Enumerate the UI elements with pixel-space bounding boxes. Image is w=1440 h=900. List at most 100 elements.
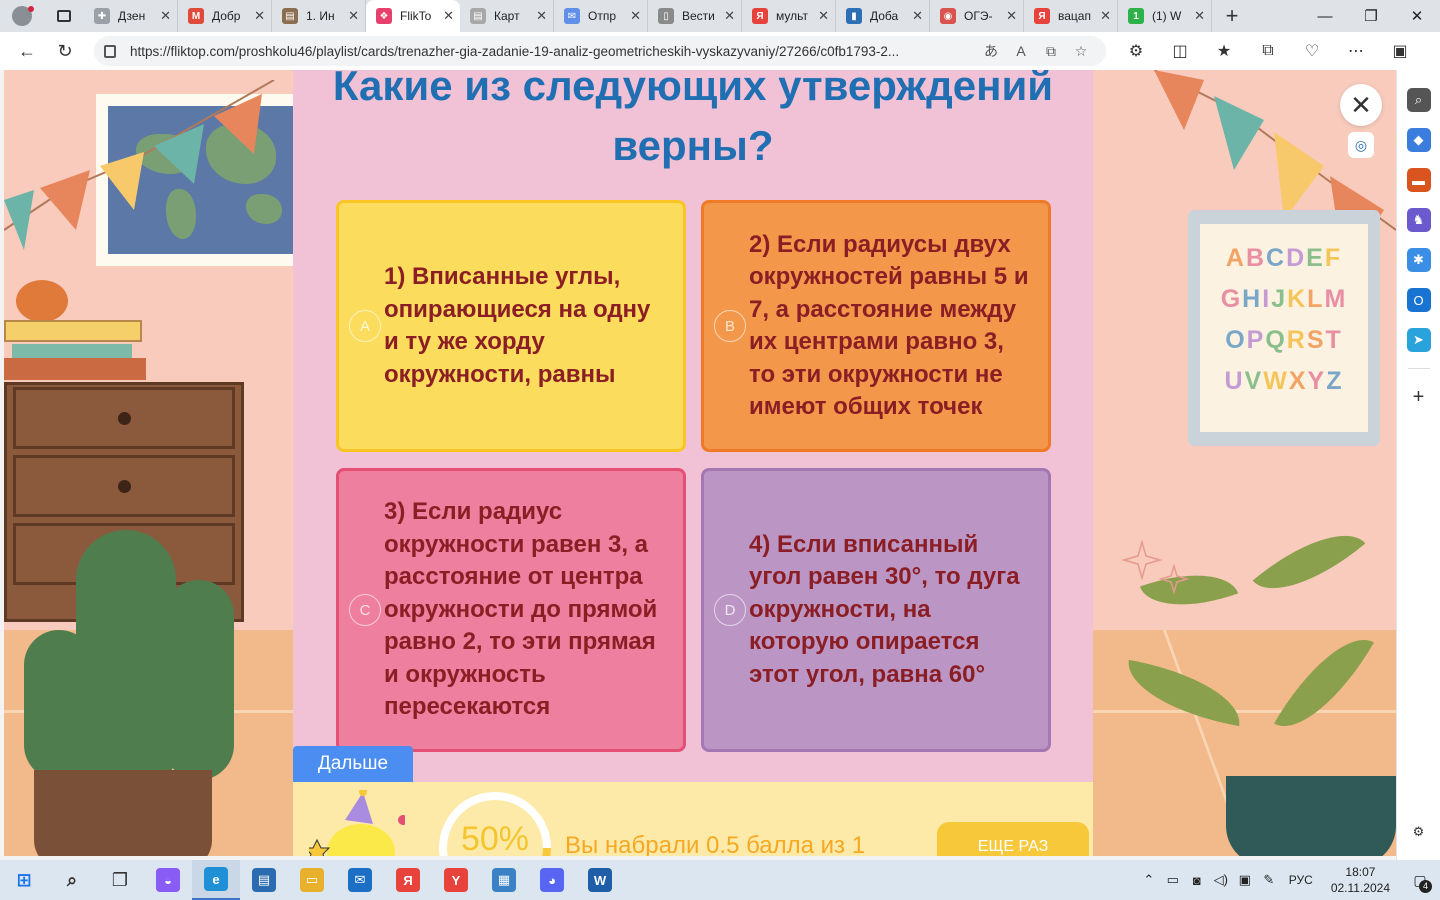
copilot-icon[interactable]: ✱	[1406, 248, 1431, 272]
taskbar-button[interactable]: ✉	[336, 860, 384, 900]
volume-icon[interactable]: ◁)	[1209, 872, 1233, 888]
window-controls: — ❐ ✕	[1302, 0, 1440, 32]
chevron-up-icon[interactable]: ⌃	[1137, 872, 1161, 888]
close-tab-icon[interactable]: ✕	[254, 8, 265, 24]
favorites-icon[interactable]: ★	[1202, 41, 1246, 61]
restore-icon[interactable]: ❐	[1348, 0, 1394, 32]
url-text[interactable]: https://fliktop.com/proshkolu46/playlist…	[130, 44, 976, 59]
close-tab-icon[interactable]: ✕	[912, 8, 923, 24]
store-icon: ▦	[492, 868, 516, 892]
network-icon[interactable]: ▭	[1161, 872, 1185, 888]
notification-count: 4	[1419, 879, 1432, 893]
telegram-icon[interactable]: ➤	[1406, 328, 1431, 352]
new-tab-button[interactable]: +	[1212, 0, 1252, 32]
close-tab-icon[interactable]: ✕	[348, 8, 359, 24]
screenshot-scan-icon[interactable]: ◎	[1348, 132, 1374, 158]
answer-option[interactable]: B 2) Если радиусы двух окружностей равны …	[701, 200, 1051, 452]
add-sidebar-app-icon[interactable]: +	[1407, 385, 1431, 409]
close-tab-icon[interactable]: ✕	[724, 8, 735, 24]
mail-icon: ✉	[348, 868, 372, 892]
close-tab-icon[interactable]: ✕	[1006, 8, 1017, 24]
collections-icon[interactable]: ⧉	[1246, 42, 1290, 60]
answer-option[interactable]: D 4) Если вписанный угол равен 30°, то ду…	[701, 468, 1051, 752]
search-icon[interactable]: ⌕	[1406, 88, 1431, 112]
taskbar-button[interactable]: ⊞	[0, 860, 48, 900]
discord-icon: ◕	[540, 868, 564, 892]
translate-icon[interactable]: あ	[976, 41, 1006, 61]
profile-button[interactable]	[0, 0, 44, 32]
sidebar-toggle-icon[interactable]: ▣	[1378, 41, 1422, 61]
battery-alert-icon[interactable]: ▣	[1233, 872, 1257, 888]
answer-option[interactable]: C 3) Если радиус окружности равен 3, а ра…	[336, 468, 686, 752]
settings-more-icon[interactable]: ⋯	[1334, 41, 1378, 61]
browser-tab[interactable]: ▤ 1. Ин ✕	[272, 0, 366, 32]
close-tab-icon[interactable]: ✕	[630, 8, 641, 24]
browser-tab[interactable]: ▤ Карт ✕	[460, 0, 554, 32]
close-quiz-button[interactable]: ✕	[1340, 84, 1382, 126]
browser-tab[interactable]: Явацап ✕	[1024, 0, 1118, 32]
pen-icon[interactable]: ✎	[1257, 872, 1281, 888]
taskbar-button[interactable]: W	[576, 860, 624, 900]
minimize-icon[interactable]: —	[1302, 0, 1348, 32]
taskbar-button[interactable]: Y	[432, 860, 480, 900]
read-aloud-icon[interactable]: A	[1006, 43, 1036, 59]
app-available-icon[interactable]: ⧉	[1036, 43, 1066, 60]
taskbar-button[interactable]: ⌕	[48, 860, 96, 900]
toolbox-icon[interactable]: ▬	[1406, 168, 1431, 192]
taskbar-button[interactable]: ▤	[240, 860, 288, 900]
browser-essentials-icon[interactable]: ♡	[1290, 41, 1334, 61]
back-button[interactable]: ←	[8, 35, 46, 67]
tab-title: Карт	[494, 9, 520, 23]
clock[interactable]: 18:07 02.11.2024	[1331, 864, 1390, 896]
refresh-button[interactable]: ↻	[46, 35, 84, 67]
taskbar-button[interactable]: ▭	[288, 860, 336, 900]
taskbar-button[interactable]: e	[192, 860, 240, 900]
close-tab-icon[interactable]: ✕	[536, 8, 547, 24]
answer-letter: D	[714, 594, 746, 626]
meet-icon[interactable]: ◙	[1185, 873, 1209, 888]
notification-center-button[interactable]: ▢ 4	[1400, 872, 1440, 893]
answer-text: 3) Если радиус окружности равен 3, а рас…	[384, 498, 658, 721]
taskbar-button[interactable]: Я	[384, 860, 432, 900]
tag-icon[interactable]: ◆	[1406, 128, 1431, 152]
poster-row: OPQRST	[1210, 320, 1358, 361]
next-button[interactable]: Дальше	[293, 746, 413, 782]
browser-tab[interactable]: ▯ Вести ✕	[648, 0, 742, 32]
favorite-star-icon[interactable]: ☆	[1066, 43, 1096, 60]
browser-tab[interactable]: ✚ Дзен ✕	[84, 0, 178, 32]
browser-tab[interactable]: ❖ FlikTo ✕	[366, 0, 460, 32]
answer-option[interactable]: A 1) Вписанные углы, опирающиеся на одну …	[336, 200, 686, 452]
chess-icon[interactable]: ♞	[1406, 208, 1431, 232]
retry-button[interactable]: ЕЩЕ РАЗ	[937, 822, 1089, 856]
start-icon: ⊞	[16, 869, 32, 890]
mail-icon: ✉	[564, 8, 580, 24]
tab-actions-button[interactable]	[44, 0, 84, 32]
close-window-icon[interactable]: ✕	[1394, 0, 1440, 32]
tab-title: вацап	[1058, 9, 1091, 23]
split-screen-icon[interactable]: ◫	[1158, 41, 1202, 61]
taskbar-button[interactable]: ❐	[96, 860, 144, 900]
browser-tab[interactable]: M Добр ✕	[178, 0, 272, 32]
address-bar[interactable]: https://fliktop.com/proshkolu46/playlist…	[94, 36, 1106, 66]
browser-tab[interactable]: ◉ ОГЭ- ✕	[930, 0, 1024, 32]
sidebar-settings-icon[interactable]: ⚙	[1407, 820, 1431, 844]
taskbar-button[interactable]: ▦	[480, 860, 528, 900]
browser-tab[interactable]: ▮ Доба ✕	[836, 0, 930, 32]
close-tab-icon[interactable]: ✕	[443, 8, 454, 24]
browser-tab[interactable]: 1 (1) W ✕	[1118, 0, 1212, 32]
browser-tab[interactable]: ✉ Отпр ✕	[554, 0, 648, 32]
close-tab-icon[interactable]: ✕	[1194, 8, 1205, 24]
tab-title: (1) W	[1152, 9, 1182, 23]
tab-title: Вести	[682, 9, 715, 23]
close-tab-icon[interactable]: ✕	[1100, 8, 1111, 24]
browser-tab[interactable]: Ямульт ✕	[742, 0, 836, 32]
close-tab-icon[interactable]: ✕	[818, 8, 829, 24]
taskbar-button[interactable]: ◒	[144, 860, 192, 900]
outlook-icon[interactable]: O	[1406, 288, 1431, 312]
close-tab-icon[interactable]: ✕	[160, 8, 171, 24]
language-indicator[interactable]: РУС	[1289, 873, 1313, 887]
extensions-icon[interactable]: ⚙	[1114, 41, 1158, 61]
browser-toolbar: ← ↻ https://fliktop.com/proshkolu46/play…	[0, 32, 1440, 70]
taskbar-button[interactable]: ◕	[528, 860, 576, 900]
score-progress-ring: 50%	[415, 782, 575, 856]
